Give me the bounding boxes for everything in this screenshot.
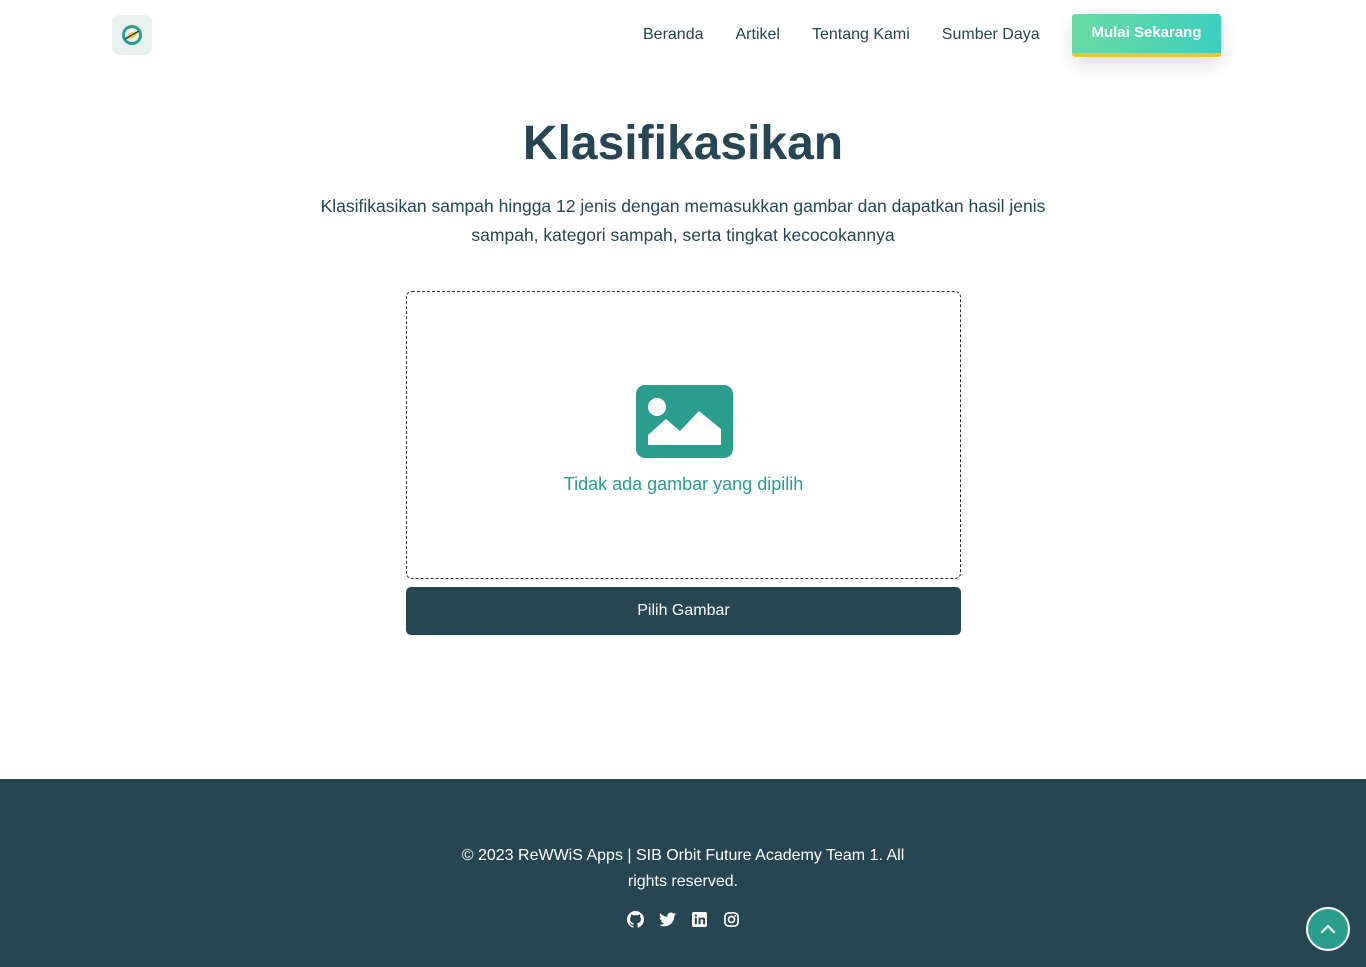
copyright-text: © 2023 ReWWiS Apps | SIB Orbit Future Ac… [461,847,905,890]
chevron-up-icon [1320,924,1336,934]
github-icon[interactable] [626,910,644,928]
social-links [626,910,740,928]
nav-links: Beranda Artikel Tentang Kami Sumber Daya [643,25,1040,45]
choose-image-button[interactable]: Pilih Gambar [406,587,961,635]
linkedin-icon[interactable] [690,910,708,928]
get-started-button[interactable]: Mulai Sekarang [1072,14,1221,57]
instagram-icon[interactable] [722,910,740,928]
image-dropzone[interactable]: Tidak ada gambar yang dipilih [406,291,961,579]
logo[interactable] [112,15,152,55]
nav-link-sumber-daya[interactable]: Sumber Daya [942,25,1040,45]
navbar: Beranda Artikel Tentang Kami Sumber Daya… [0,0,1366,72]
footer: © 2023 ReWWiS Apps | SIB Orbit Future Ac… [0,779,1366,967]
nav-link-artikel[interactable]: Artikel [736,25,780,45]
no-image-text: Tidak ada gambar yang dipilih [563,474,804,494]
page-title: Klasifikasikan [522,117,844,170]
nav-link-beranda[interactable]: Beranda [643,25,704,45]
page-description: Klasifikasikan sampah hingga 12 jenis de… [320,196,1046,245]
twitter-icon[interactable] [658,910,676,928]
nav-link-tentang-kami[interactable]: Tentang Kami [812,25,910,45]
scroll-to-top-button[interactable] [1306,907,1350,951]
leaf-globe-icon [122,25,142,45]
image-placeholder-icon [636,385,733,458]
